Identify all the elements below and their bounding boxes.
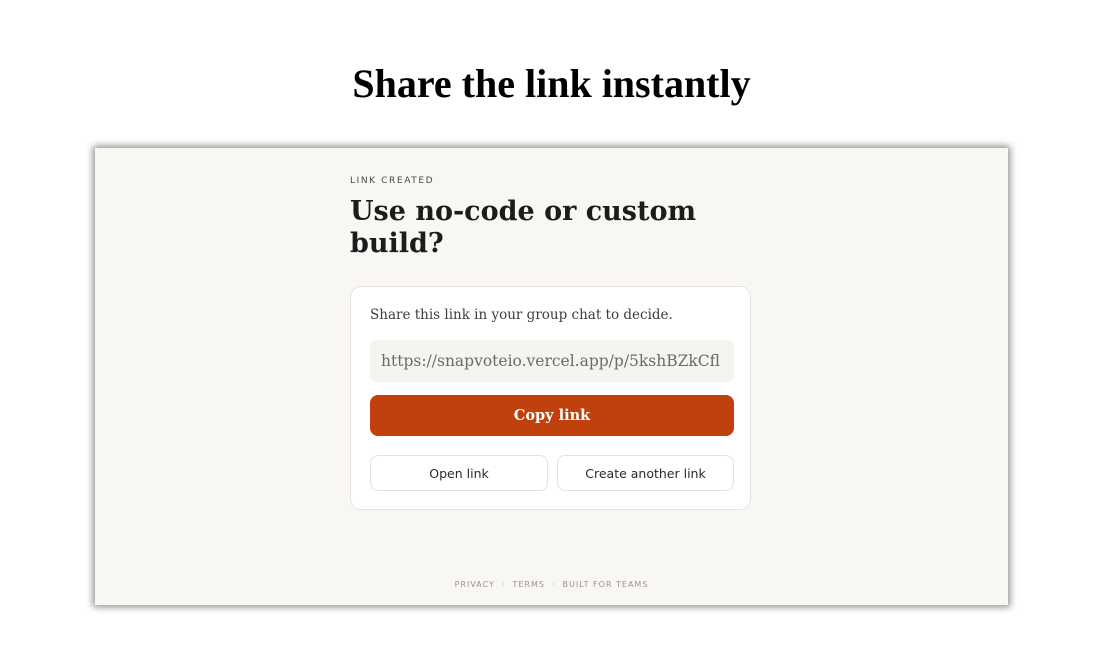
app-window: LINK CREATED Use no-code or custom build…	[95, 148, 1008, 605]
open-link-button[interactable]: Open link	[370, 455, 548, 491]
status-label: LINK CREATED	[350, 176, 435, 186]
create-another-link-button[interactable]: Create another link	[557, 455, 734, 491]
footer-privacy-link[interactable]: PRIVACY	[455, 580, 495, 589]
footer-built-for-teams-link[interactable]: BUILT FOR TEAMS	[563, 580, 649, 589]
page-headline: Share the link instantly	[352, 61, 751, 106]
share-link-field[interactable]	[370, 340, 734, 382]
footer-separator: ·	[501, 580, 506, 589]
share-instruction: Share this link in your group chat to de…	[370, 307, 673, 323]
copy-link-button[interactable]: Copy link	[370, 395, 734, 436]
share-card: Share this link in your group chat to de…	[350, 286, 751, 510]
poll-title: Use no-code or custom build?	[350, 196, 697, 259]
footer-links: PRIVACY · TERMS · BUILT FOR TEAMS	[95, 580, 1008, 589]
footer-separator: ·	[551, 580, 556, 589]
footer-terms-link[interactable]: TERMS	[513, 580, 545, 589]
